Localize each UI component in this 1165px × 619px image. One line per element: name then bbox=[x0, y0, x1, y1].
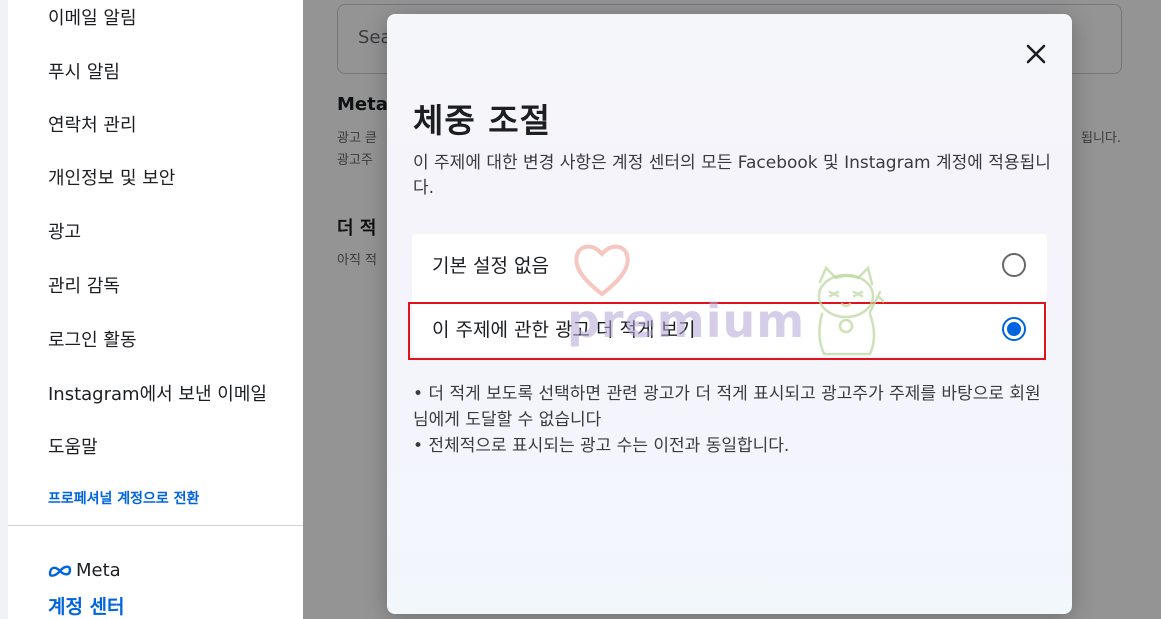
settings-sidebar: 이메일 알림 푸시 알림 연락처 관리 개인정보 및 보안 광고 관리 감독 로… bbox=[8, 0, 303, 619]
dialog-title: 체중 조절 bbox=[413, 101, 551, 140]
sidebar-item-help[interactable]: 도움말 bbox=[48, 433, 98, 459]
preference-options: 기본 설정 없음 이 주제에 관한 광고 더 적게 보기 bbox=[412, 234, 1047, 356]
note-line: • 더 적게 보도록 선택하면 관련 광고가 더 적게 표시되고 광고주가 주제… bbox=[413, 384, 1041, 430]
option-label: 기본 설정 없음 bbox=[432, 255, 549, 277]
sidebar-item-privacy-security[interactable]: 개인정보 및 보안 bbox=[48, 164, 175, 190]
sidebar-divider bbox=[8, 525, 303, 526]
sidebar-item-supervision[interactable]: 관리 감독 bbox=[48, 272, 120, 298]
sidebar-item-ads[interactable]: 광고 bbox=[48, 218, 81, 244]
account-center-link[interactable]: 계정 센터 bbox=[48, 592, 125, 619]
meta-brand: Meta bbox=[48, 560, 121, 581]
close-icon bbox=[1023, 44, 1049, 71]
sidebar-item-login-activity[interactable]: 로그인 활동 bbox=[48, 326, 137, 352]
radio-selected[interactable] bbox=[1002, 317, 1026, 341]
radio-unselected[interactable] bbox=[1002, 253, 1026, 277]
option-no-preference[interactable]: 기본 설정 없음 bbox=[412, 234, 1047, 294]
meta-brand-label: Meta bbox=[76, 560, 121, 581]
topic-preference-dialog: 체중 조절 이 주제에 대한 변경 사항은 계정 센터의 모든 Facebook… bbox=[387, 14, 1072, 614]
page-edge bbox=[1161, 0, 1165, 619]
sidebar-item-email-notifications[interactable]: 이메일 알림 bbox=[48, 4, 137, 30]
option-see-fewer-ads[interactable]: 이 주제에 관한 광고 더 적게 보기 bbox=[412, 298, 1047, 358]
dialog-notes: • 더 적게 보도록 선택하면 관련 광고가 더 적게 표시되고 광고주가 주제… bbox=[413, 381, 1053, 459]
meta-logo-icon bbox=[48, 564, 72, 578]
switch-professional-link[interactable]: 프로페셔널 계정으로 전환 bbox=[48, 488, 199, 508]
note-line: • 전체적으로 표시되는 광고 수는 이전과 동일합니다. bbox=[413, 436, 790, 456]
dialog-description: 이 주제에 대한 변경 사항은 계정 센터의 모든 Facebook 및 Ins… bbox=[413, 153, 1051, 198]
sidebar-item-contacts[interactable]: 연락처 관리 bbox=[48, 111, 137, 137]
sidebar-item-instagram-emails[interactable]: Instagram에서 보낸 이메일 bbox=[48, 380, 267, 406]
sidebar-item-push-notifications[interactable]: 푸시 알림 bbox=[48, 58, 120, 84]
option-label: 이 주제에 관한 광고 더 적게 보기 bbox=[432, 319, 696, 341]
close-button[interactable] bbox=[1023, 41, 1049, 67]
